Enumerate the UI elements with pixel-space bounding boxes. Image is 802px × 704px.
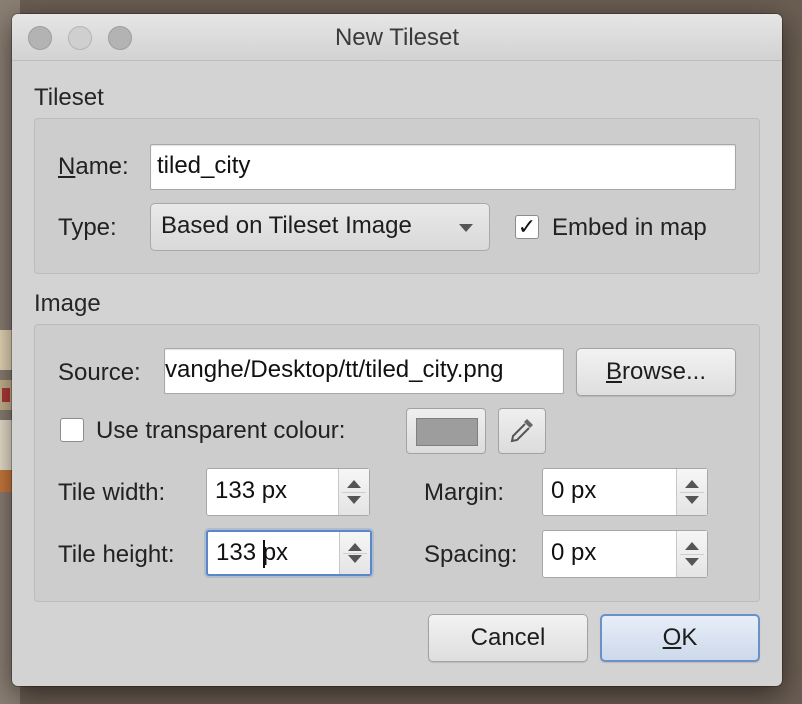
- arrow-down-icon: [348, 555, 362, 563]
- type-dropdown-value: Based on Tileset Image: [161, 212, 412, 239]
- arrow-up-icon: [347, 480, 361, 488]
- tile-height-spinbox[interactable]: 133 px: [206, 530, 372, 576]
- transparent-colour-checkbox[interactable]: [60, 418, 84, 442]
- tile-height-value: 133 px: [216, 539, 289, 566]
- text-caret: [263, 540, 265, 568]
- new-tileset-dialog: New Tileset Tileset Name: tiled_city Typ…: [12, 14, 782, 686]
- source-label: Source:: [58, 359, 141, 386]
- spacing-value: 0 px: [551, 539, 597, 566]
- window-title: New Tileset: [334, 24, 460, 51]
- spacing-stepper[interactable]: [676, 531, 707, 577]
- title-bar: New Tileset: [12, 14, 782, 61]
- arrow-down-icon: [685, 496, 699, 504]
- colour-swatch: [416, 418, 478, 446]
- chevron-down-icon: [459, 224, 473, 232]
- arrow-down-icon: [685, 558, 699, 566]
- transparent-colour-label: Use transparent colour:: [96, 417, 346, 444]
- spacing-spinbox[interactable]: 0 px: [542, 530, 708, 578]
- ok-button[interactable]: OK: [600, 614, 760, 662]
- transparent-colour-button[interactable]: [406, 408, 486, 454]
- arrow-up-icon: [685, 480, 699, 488]
- colour-picker-button[interactable]: [498, 408, 546, 454]
- cancel-button[interactable]: Cancel: [428, 614, 588, 662]
- image-section-heading: Image: [34, 290, 101, 317]
- browse-button[interactable]: Browse...: [576, 348, 736, 396]
- margin-spinbox[interactable]: 0 px: [542, 468, 708, 516]
- type-label: Type:: [58, 214, 117, 241]
- margin-value: 0 px: [551, 477, 597, 504]
- arrow-up-icon: [348, 543, 362, 551]
- margin-stepper[interactable]: [676, 469, 707, 515]
- arrow-up-icon: [685, 542, 699, 550]
- embed-in-map-label: Embed in map: [552, 214, 707, 241]
- embed-in-map-checkbox[interactable]: ✓: [515, 215, 539, 239]
- tile-width-spinbox[interactable]: 133 px: [206, 468, 370, 516]
- name-input[interactable]: tiled_city: [150, 144, 736, 190]
- tile-height-stepper[interactable]: [339, 532, 370, 574]
- tile-width-stepper[interactable]: [338, 469, 369, 515]
- type-dropdown[interactable]: Based on Tileset Image: [150, 203, 490, 251]
- source-input[interactable]: vanghe/Desktop/tt/tiled_city.png: [164, 348, 564, 394]
- margin-label: Margin:: [424, 479, 505, 506]
- name-label: Name:: [58, 153, 129, 180]
- tile-width-value: 133 px: [215, 477, 288, 504]
- eyedropper-icon: [510, 419, 533, 443]
- tile-width-label: Tile width:: [58, 479, 166, 506]
- arrow-down-icon: [347, 496, 361, 504]
- tile-height-label: Tile height:: [58, 541, 175, 568]
- spacing-label: Spacing:: [424, 541, 518, 568]
- tileset-section-heading: Tileset: [34, 84, 104, 111]
